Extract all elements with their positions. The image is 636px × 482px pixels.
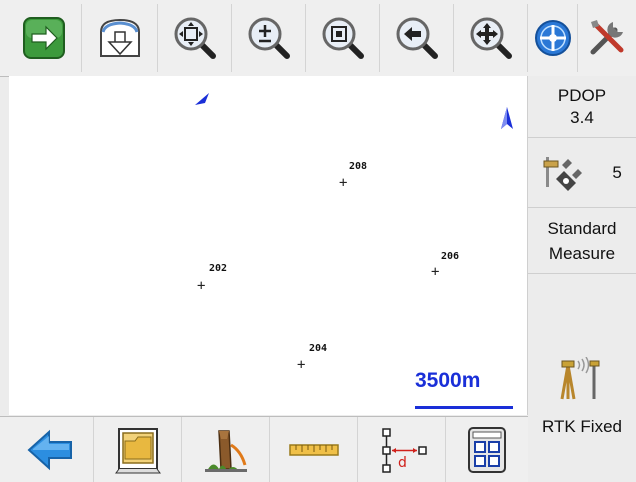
svg-text:d: d xyxy=(398,455,407,471)
top-toolbar xyxy=(0,0,636,77)
pdop-panel[interactable]: PDOP 3.4 xyxy=(528,76,636,138)
measure-tape-icon xyxy=(288,443,339,456)
gps-target-button[interactable] xyxy=(528,4,578,72)
calculator-button[interactable] xyxy=(446,417,528,482)
gps-target-icon xyxy=(534,20,571,56)
zoom-in-out-icon xyxy=(248,17,290,59)
zoom-fit-button[interactable] xyxy=(158,4,232,72)
measure-mode-panel[interactable]: Standard Measure xyxy=(528,208,636,274)
point-label: 202 xyxy=(209,263,228,274)
pdop-label: PDOP xyxy=(557,85,607,105)
measure-mode-line1: Standard xyxy=(547,218,617,238)
zoom-window-icon xyxy=(322,17,364,59)
current-position-marker-icon xyxy=(195,93,209,105)
scale-bar xyxy=(415,406,513,409)
download-data-icon xyxy=(99,18,140,57)
zoom-previous-icon xyxy=(396,17,438,59)
scale-label: 3500m xyxy=(415,369,481,392)
bottom-toolbar: d xyxy=(0,416,528,482)
zoom-in-out-button[interactable] xyxy=(232,4,306,72)
pan-icon xyxy=(470,17,512,59)
stakeout-icon xyxy=(204,429,247,472)
satellite-icon xyxy=(543,156,583,191)
satellite-count: 5 xyxy=(612,162,622,182)
zoom-window-button[interactable] xyxy=(306,4,380,72)
satellite-count-panel[interactable]: 5 xyxy=(528,138,636,208)
calculator-grid-icon xyxy=(468,426,506,473)
pdop-value: 3.4 xyxy=(570,107,594,127)
stakeout-button[interactable] xyxy=(182,417,270,482)
rtk-receiver-icon xyxy=(560,357,600,400)
pan-button[interactable] xyxy=(454,4,528,72)
point-label: 208 xyxy=(349,161,368,172)
rtk-status-label: RTK Fixed xyxy=(542,417,622,436)
download-data-button[interactable] xyxy=(82,4,158,72)
zoom-previous-button[interactable] xyxy=(380,4,454,72)
rtk-status-panel[interactable]: RTK Fixed xyxy=(528,274,636,481)
folder-file-icon xyxy=(114,427,161,473)
north-arrow-icon xyxy=(501,107,513,129)
distance-tool-button[interactable]: d xyxy=(358,417,446,482)
point-cross-icon: + xyxy=(297,357,306,373)
point-cross-icon: + xyxy=(431,264,440,280)
settings-tools-icon xyxy=(590,20,624,55)
back-arrow-icon xyxy=(27,429,72,470)
point-label: 204 xyxy=(309,343,328,354)
measure-tape-button[interactable] xyxy=(270,417,358,482)
distance-tool-icon: d xyxy=(381,427,427,473)
point-cross-icon: + xyxy=(339,175,348,191)
status-side-panel: PDOP 3.4 5 Standard Measure RTK Fixed xyxy=(528,76,636,481)
measure-mode-line2: Measure xyxy=(548,243,616,263)
zoom-fit-icon xyxy=(174,17,216,59)
go-forward-button[interactable] xyxy=(6,4,82,72)
point-cross-icon: + xyxy=(197,278,206,294)
back-button[interactable] xyxy=(6,417,94,482)
point-label: 206 xyxy=(441,251,460,262)
map-canvas[interactable]: + 208 + 202 + 206 + 204 3500m xyxy=(9,76,528,415)
go-forward-icon xyxy=(22,17,65,59)
file-manager-button[interactable] xyxy=(94,417,182,482)
settings-tools-button[interactable] xyxy=(578,4,636,72)
